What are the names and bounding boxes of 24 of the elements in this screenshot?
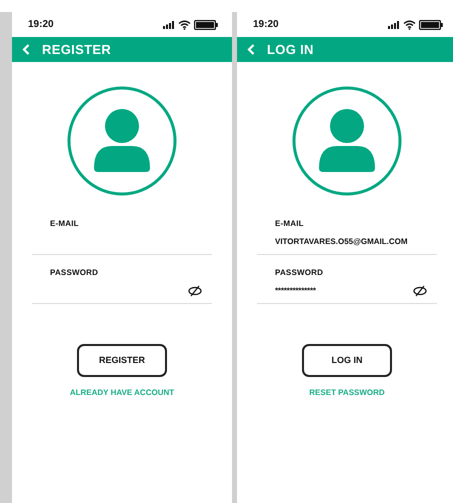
eye-slash-icon[interactable]	[188, 285, 202, 297]
wifi-icon	[403, 20, 416, 30]
submit-button[interactable]: REGISTER	[77, 344, 167, 377]
header-title: LOG IN	[267, 40, 314, 59]
back-icon[interactable]	[247, 44, 255, 55]
input-field[interactable]: VITORTAVARES.O55@GMAIL.COM	[275, 236, 408, 248]
avatar-icon	[292, 86, 402, 196]
header-title: REGISTER	[42, 40, 112, 59]
field-label: PASSWORD	[50, 267, 100, 279]
field-label: E-MAIL	[275, 218, 305, 230]
input-field[interactable]: **************	[275, 285, 316, 297]
back-icon[interactable]	[22, 44, 30, 55]
field-label: E-MAIL	[50, 218, 80, 230]
signal-icon	[163, 20, 175, 28]
submit-button[interactable]: LOG IN	[302, 344, 392, 377]
wifi-icon	[178, 20, 191, 30]
signal-icon	[388, 20, 400, 28]
status-time: 19:20	[253, 18, 279, 32]
eye-slash-icon[interactable]	[413, 285, 427, 297]
field-label: PASSWORD	[275, 267, 324, 279]
battery-icon	[419, 20, 443, 30]
avatar-icon	[67, 86, 177, 196]
status-time: 19:20	[28, 18, 54, 32]
battery-icon	[194, 20, 218, 30]
